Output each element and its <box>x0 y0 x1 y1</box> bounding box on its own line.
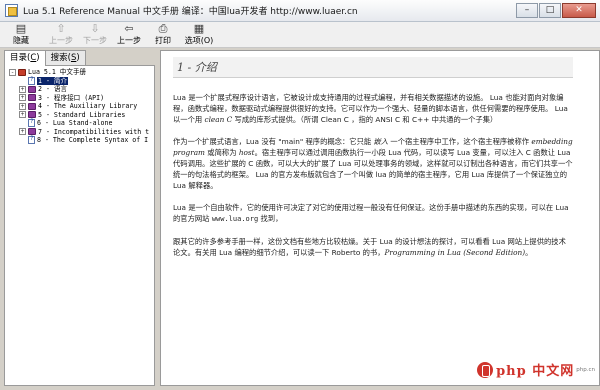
tree-item-label: Lua 5.1 中文手册 <box>28 68 87 76</box>
tree-item-label: 6 - Lua Stand-alone <box>37 119 113 127</box>
options-button[interactable]: ▦ 选项(O) <box>182 22 216 48</box>
previous-topic-button[interactable]: ⇧ 上一步 <box>46 22 76 48</box>
help-page-icon <box>28 135 35 145</box>
tree-item-label: 5 - Standard Libraries <box>38 110 126 119</box>
emphasis-text: clean C <box>204 115 233 124</box>
paragraph-text: 作为一个扩展式语言，Lua 没有 "main" 程序的概念：它只能 <box>173 137 374 146</box>
arrow-down-icon: ⇩ <box>90 22 100 35</box>
website-link[interactable]: www.lua.org <box>212 215 258 223</box>
book-title-text: Programming in Lua (Second Edition) <box>384 248 526 257</box>
tree-item-label: 7 - Incompatibilities with t <box>38 127 150 136</box>
printer-icon: ⎙ <box>158 22 168 35</box>
tree-item-label: 8 - The Complete Syntax of I <box>37 136 149 144</box>
tab-contents-accel: C <box>30 53 37 63</box>
navigation-pane: 目录(C) 搜索(S) - Lua 5.1 中文手册 1 - 简介 + 2 - … <box>4 50 155 386</box>
tree-item[interactable]: 8 - The Complete Syntax of I <box>7 135 154 145</box>
php-logo-icon <box>477 361 494 378</box>
paragraph-license: Lua 是一个自由软件，它的使用许可决定了对它的使用过程一般没有任何保证。这份手… <box>173 202 573 225</box>
paragraph-text: 一个宿主程序中工作，这个宿主程序被称作 <box>388 137 532 146</box>
tree-item-label: 2 - 语言 <box>38 85 68 93</box>
paragraph-references: 跟其它的许多参考手册一样，这份文档有些地方比较枯燥。关于 Lua 的设计想法的探… <box>173 236 573 258</box>
window-controls: – □ ✕ <box>516 3 596 18</box>
book-icon <box>28 111 36 119</box>
paragraph-text: 。 <box>525 248 533 257</box>
hide-label: 隐藏 <box>13 36 29 45</box>
paragraph-text: 写成的库形式提供。（所谓 Clean C ，指的 ANSI C 和 C++ 中共… <box>232 115 498 124</box>
tab-search[interactable]: 搜索(S) <box>44 50 86 65</box>
tree-item[interactable]: 6 - Lua Stand-alone <box>7 118 154 128</box>
expand-icon[interactable]: + <box>19 102 26 110</box>
expand-icon[interactable]: + <box>19 111 26 119</box>
help-book-icon <box>5 4 18 17</box>
contents-tree: - Lua 5.1 中文手册 1 - 简介 + 2 - 语言 + 3 - 程序接… <box>4 65 155 386</box>
back-arrow-icon: ⇦ <box>124 22 134 35</box>
next-topic-button[interactable]: ⇩ 下一步 <box>80 22 110 48</box>
emphasis-text: 嵌入 <box>373 137 389 146</box>
emphasis-text: host <box>238 148 255 157</box>
book-icon <box>28 128 36 136</box>
paragraph-intro: Lua 是一个扩展式程序设计语言，它被设计成支持通用的过程式编程，并有相关数据描… <box>173 92 573 125</box>
toolbar: ▤ 隐藏 ⇧ 上一步 ⇩ 下一步 ⇦ 上一步 ⎙ 打印 ▦ 选项(O) <box>0 22 600 48</box>
expand-icon[interactable]: + <box>19 94 26 102</box>
paragraph-extension: 作为一个扩展式语言，Lua 没有 "main" 程序的概念：它只能 嵌入 一个宿… <box>173 136 573 191</box>
tab-search-label: 搜索 <box>50 53 68 63</box>
watermark-logo: php 中文网 <box>496 364 575 379</box>
expand-icon[interactable]: + <box>19 85 26 93</box>
book-icon <box>28 94 36 102</box>
help-page-icon <box>28 118 35 128</box>
print-label: 打印 <box>155 36 171 45</box>
print-button[interactable]: ⎙ 打印 <box>148 22 178 48</box>
previous-topic-label: 上一步 <box>49 36 73 45</box>
tree-item[interactable]: + 2 - 语言 <box>7 85 154 94</box>
expand-icon[interactable]: + <box>19 128 26 136</box>
back-label: 上一步 <box>117 36 141 45</box>
tree-item-label: 1 - 简介 <box>37 76 69 85</box>
tree-item[interactable]: + 3 - 程序接口 (API) <box>7 94 154 103</box>
book-open-icon <box>18 68 26 76</box>
collapse-icon[interactable]: - <box>9 68 16 76</box>
paragraph-text: 或简称为 <box>204 148 239 157</box>
options-icon: ▦ <box>193 22 205 35</box>
window-title: Lua 5.1 Reference Manual 中文手册 编译：中国lua开发… <box>23 7 358 17</box>
tab-contents[interactable]: 目录(C) <box>4 50 46 66</box>
tab-search-accel: S <box>70 53 77 63</box>
hide-button[interactable]: ▤ 隐藏 <box>6 22 36 48</box>
tree-item-label: 4 - The Auxiliary Library <box>38 102 138 110</box>
book-icon <box>28 102 36 110</box>
topic-heading: 1 - 介绍 <box>173 57 573 78</box>
maximize-button[interactable]: □ <box>539 3 561 18</box>
help-page-icon <box>28 76 35 85</box>
title-bar: Lua 5.1 Reference Manual 中文手册 编译：中国lua开发… <box>0 0 600 22</box>
tree-item[interactable]: 1 - 简介 <box>7 76 154 85</box>
watermark: php 中文网 php.cn <box>477 360 595 379</box>
tree-item[interactable]: + 4 - The Auxiliary Library <box>7 102 154 111</box>
options-label: 选项(O) <box>184 36 214 45</box>
paragraph-text: 找到， <box>258 214 283 223</box>
tab-contents-label: 目录 <box>10 53 28 63</box>
nav-tabs: 目录(C) 搜索(S) <box>4 50 86 66</box>
hide-pane-icon: ▤ <box>15 22 27 35</box>
next-topic-label: 下一步 <box>83 36 107 45</box>
arrow-up-icon: ⇧ <box>56 22 66 35</box>
watermark-sub: php.cn <box>576 366 595 373</box>
topic-content-pane[interactable]: 1 - 介绍 Lua 是一个扩展式程序设计语言，它被设计成支持通用的过程式编程，… <box>160 50 600 386</box>
back-button[interactable]: ⇦ 上一步 <box>114 22 144 48</box>
book-icon <box>28 85 36 93</box>
tree-item-label: 3 - 程序接口 (API) <box>38 93 105 102</box>
minimize-button[interactable]: – <box>516 3 538 18</box>
close-button[interactable]: ✕ <box>562 3 596 18</box>
